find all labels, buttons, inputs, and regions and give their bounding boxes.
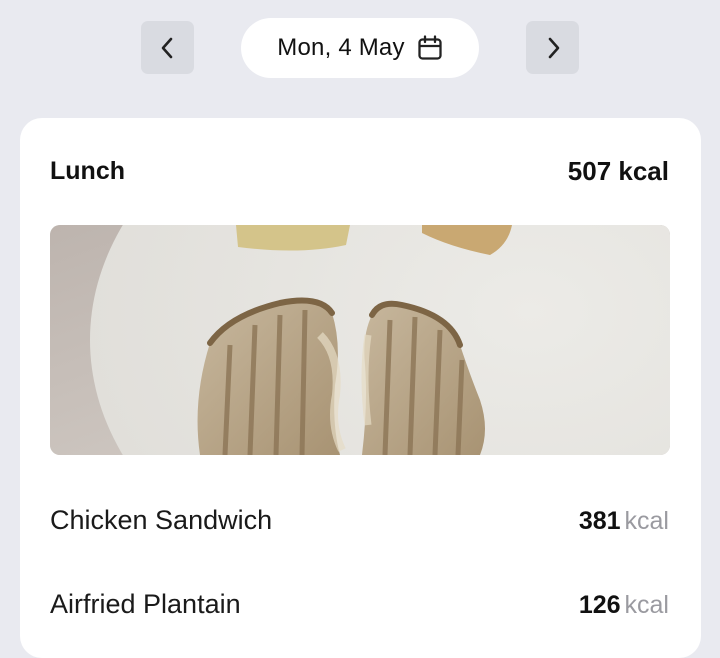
meal-header: Lunch 507 kcal: [50, 156, 669, 187]
food-item-kcal-unit: kcal: [624, 507, 669, 535]
food-item-row[interactable]: Chicken Sandwich 381 kcal: [50, 505, 669, 536]
food-item-kcal: 381 kcal: [579, 507, 669, 536]
previous-day-button[interactable]: [141, 21, 194, 74]
next-day-button[interactable]: [526, 21, 579, 74]
food-item-kcal-value: 126: [578, 591, 621, 619]
food-item-kcal: 126 kcal: [579, 591, 669, 620]
meal-title: Lunch: [50, 157, 125, 185]
meal-photo[interactable]: [50, 225, 670, 455]
date-picker-button[interactable]: Mon, 4 May: [241, 18, 479, 78]
calendar-icon: [417, 35, 443, 61]
food-item-kcal-value: 381: [578, 507, 621, 535]
food-item-row[interactable]: Airfried Plantain 126 kcal: [50, 589, 669, 620]
date-navigation: Mon, 4 May: [0, 0, 720, 110]
food-item-kcal-unit: kcal: [624, 591, 669, 619]
meal-total-kcal: 507 kcal: [567, 156, 669, 186]
sandwich-plate-image: [50, 225, 670, 455]
food-item-name: Airfried Plantain: [50, 589, 241, 619]
date-label: Mon, 4 May: [277, 34, 405, 61]
food-item-name: Chicken Sandwich: [50, 505, 273, 535]
meal-card[interactable]: Lunch 507 kcal Chicken Sandwich 381 kcal…: [20, 118, 701, 658]
chevron-left-icon: [158, 36, 178, 60]
chevron-right-icon: [543, 36, 563, 60]
